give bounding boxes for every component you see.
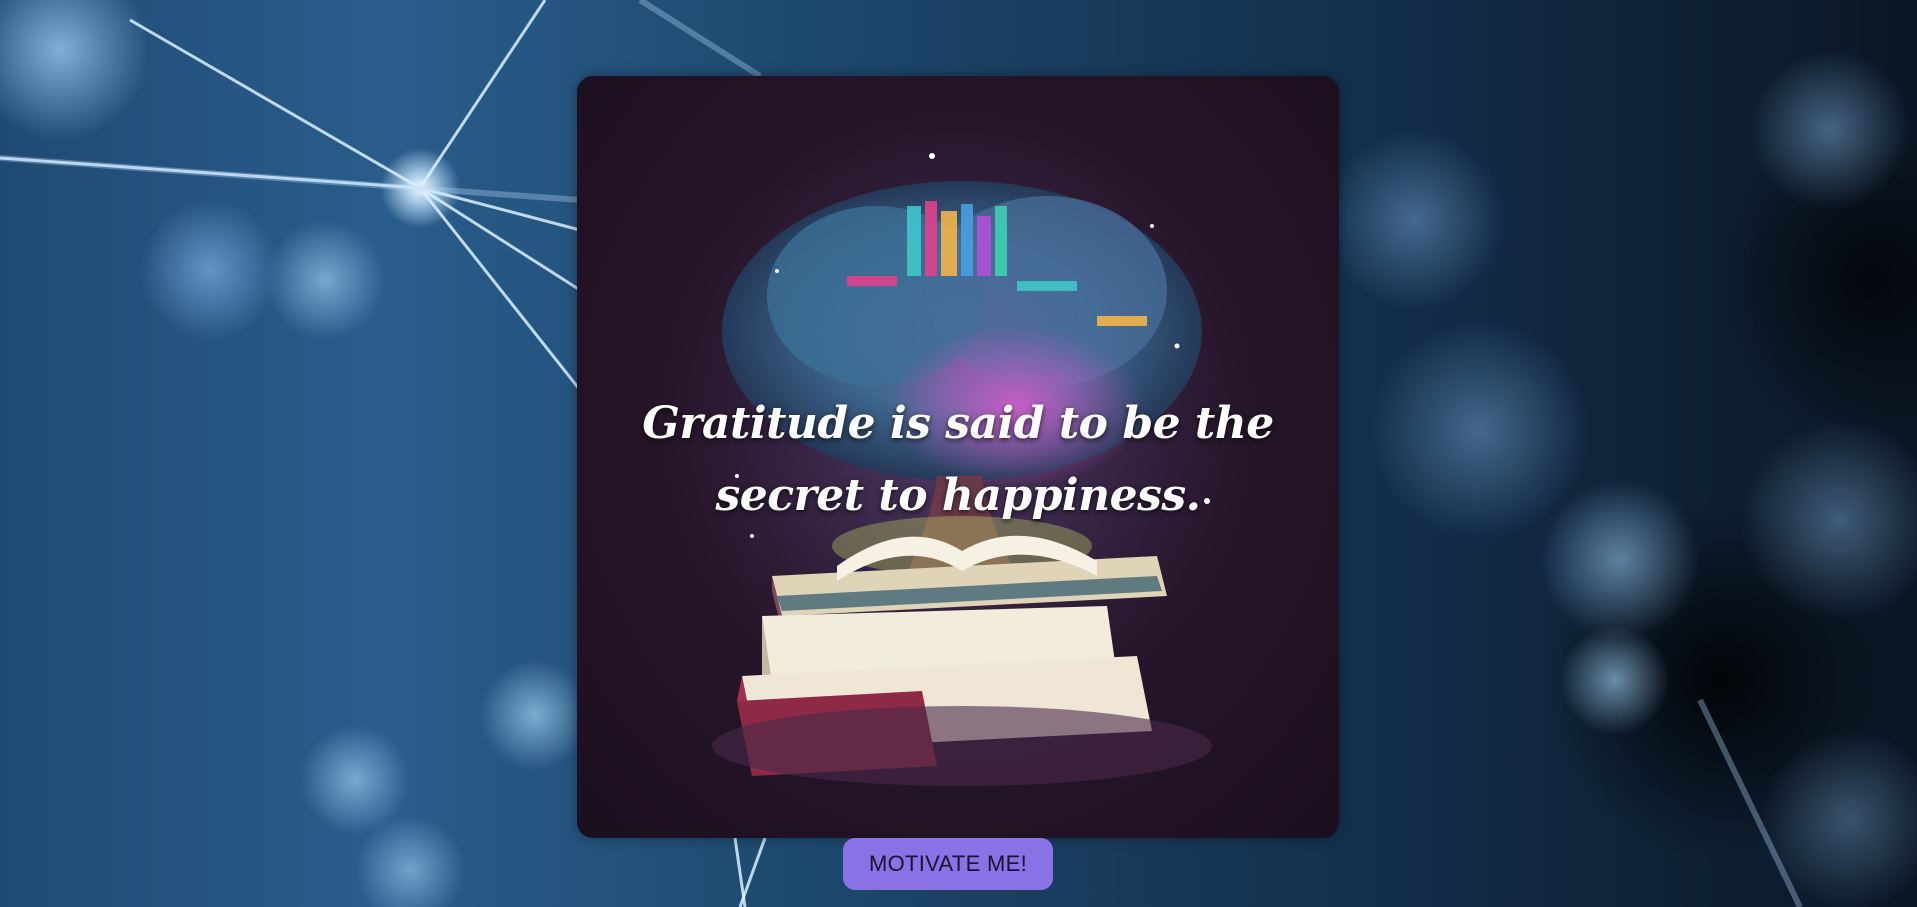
quote-card: Gratitude is said to be the secret to ha…	[577, 76, 1339, 838]
quote-text: Gratitude is said to be the secret to ha…	[642, 398, 1274, 521]
motivate-me-button[interactable]: MOTIVATE ME!	[843, 838, 1053, 890]
